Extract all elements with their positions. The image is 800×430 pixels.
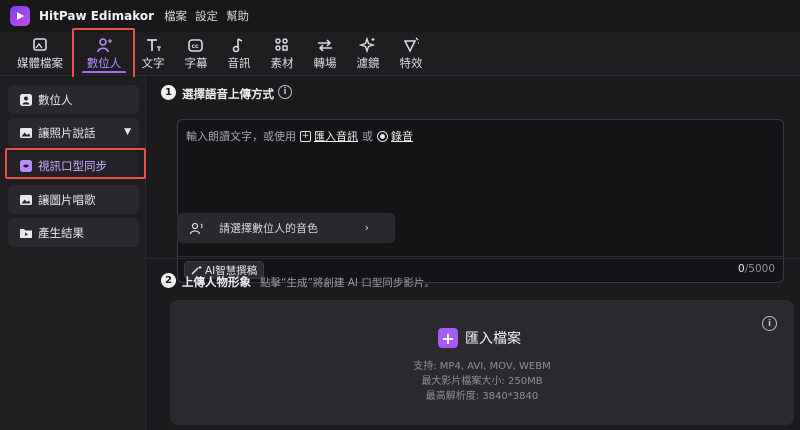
step-number: 1 <box>161 85 176 100</box>
sidebar-item-label: 讓圖片唱歌 <box>38 192 96 207</box>
sidebar-item-digital-human[interactable]: 數位人 <box>8 85 139 114</box>
tool-label: 數位人 <box>86 56 122 70</box>
tool-transition[interactable]: 轉場 <box>309 32 341 76</box>
sidebar-item-results[interactable]: 產生結果 <box>8 218 139 247</box>
sidebar-item-talking-photo[interactable]: 讓照片說話 ▼ <box>8 118 139 147</box>
prompt-text: 輸入朗讀文字，或使用 <box>186 130 296 143</box>
photo-icon <box>19 126 33 140</box>
tool-subtitle[interactable]: cc 字幕 <box>180 32 212 76</box>
folder-icon <box>19 226 33 240</box>
tool-label: 文字 <box>141 56 165 70</box>
sidebar-item-label: 視訊口型同步 <box>38 158 107 173</box>
svg-text:cc: cc <box>192 43 200 50</box>
tool-label: 音訊 <box>227 56 251 70</box>
digital-human-icon <box>97 38 112 53</box>
app-name: HitPaw Edimakor <box>39 9 155 23</box>
char-count: 0 <box>738 263 745 275</box>
tool-label: 轉場 <box>313 56 337 70</box>
subtitle-icon: cc <box>188 39 203 52</box>
info-icon[interactable]: i <box>762 316 777 331</box>
voice-select-label: 請選擇數位人的音色 <box>219 222 318 235</box>
chevron-down-icon[interactable]: ▼ <box>124 127 131 137</box>
photo-icon <box>19 193 33 207</box>
tool-label: 素材 <box>270 56 294 70</box>
char-counter: 0/5000 <box>738 263 775 275</box>
char-limit: /5000 <box>744 263 775 275</box>
sidebar-item-label: 數位人 <box>38 92 73 107</box>
sidebar-item-lip-sync[interactable]: 視訊口型同步 <box>8 151 139 180</box>
record-icon <box>377 130 388 142</box>
text-icon <box>147 39 161 51</box>
audio-icon <box>232 38 243 53</box>
voice-person-icon <box>189 222 203 235</box>
tool-label: 媒體檔案 <box>17 56 63 70</box>
tool-assets[interactable]: 素材 <box>266 32 298 76</box>
max-resolution: 最高解析度: 3840*3840 <box>425 391 539 402</box>
app-logo-icon <box>10 6 30 26</box>
tool-text[interactable]: 文字 <box>137 32 169 76</box>
step-title: 上傳人物形象 <box>182 275 251 289</box>
import-file-button[interactable]: + 匯入檔案 <box>438 328 521 348</box>
filter-icon <box>359 37 376 53</box>
tool-label: 字幕 <box>184 56 208 70</box>
info-icon[interactable]: i <box>278 85 292 99</box>
tool-digital-human[interactable]: 數位人 <box>74 32 134 76</box>
sidebar-item-label: 產生結果 <box>38 225 84 240</box>
lip-sync-icon <box>19 159 33 173</box>
voice-select[interactable]: 請選擇數位人的音色 › <box>177 213 395 243</box>
sidebar: 數位人 讓照片說話 ▼ 視訊口型同步 讓圖片唱歌 產生結果 <box>0 77 146 430</box>
tool-media[interactable]: 媒體檔案 <box>12 32 68 76</box>
person-card-icon <box>19 93 33 107</box>
main-toolbar: 媒體檔案 數位人 文字 cc 字幕 音訊 素材 轉場 濾鏡 特效 <box>0 32 800 76</box>
tool-filter[interactable]: 濾鏡 <box>352 32 384 76</box>
title-bar: HitPaw Edimakor 檔案 設定 幫助 <box>0 0 800 32</box>
upload-dropzone[interactable]: i + 匯入檔案 支持: MP4, AVI, MOV, WEBM 最大影片檔案大… <box>170 300 794 425</box>
effects-icon <box>403 37 419 53</box>
plus-square-icon: + <box>300 130 311 142</box>
transition-icon <box>318 39 332 52</box>
section-divider <box>147 258 800 259</box>
step-number: 2 <box>161 273 176 288</box>
plus-icon: + <box>438 328 458 348</box>
max-file-size: 最大影片檔案大小: 250MB <box>421 376 543 387</box>
supported-formats: 支持: MP4, AVI, MOV, WEBM <box>413 361 551 372</box>
menu-help[interactable]: 幫助 <box>226 8 249 24</box>
tool-label: 濾鏡 <box>356 56 380 70</box>
textarea-placeholder: 輸入朗讀文字，或使用 + 匯入音訊 或 錄音 <box>186 128 413 144</box>
import-audio-link[interactable]: 匯入音訊 <box>314 128 358 144</box>
menu-settings[interactable]: 設定 <box>195 8 218 24</box>
step-hint: 點擊“生成”將創建 AI 口型同步影片。 <box>260 277 435 289</box>
or-text: 或 <box>362 130 373 143</box>
tool-effects[interactable]: 特效 <box>395 32 427 76</box>
main-panel: 1 選擇語音上傳方式 i 輸入朗讀文字，或使用 + 匯入音訊 或 錄音 AI智慧… <box>147 77 800 430</box>
import-file-label: 匯入檔案 <box>465 331 521 347</box>
media-icon <box>33 38 47 51</box>
menu-file[interactable]: 檔案 <box>164 8 187 24</box>
sidebar-item-label: 讓照片說話 <box>38 125 96 140</box>
sidebar-item-singing-photo[interactable]: 讓圖片唱歌 <box>8 185 139 214</box>
step-title: 選擇語音上傳方式 <box>182 87 274 101</box>
record-link[interactable]: 錄音 <box>391 128 413 144</box>
assets-icon <box>275 38 288 51</box>
chevron-right-icon: › <box>364 221 369 234</box>
tool-audio[interactable]: 音訊 <box>223 32 255 76</box>
tool-label: 特效 <box>399 56 423 70</box>
